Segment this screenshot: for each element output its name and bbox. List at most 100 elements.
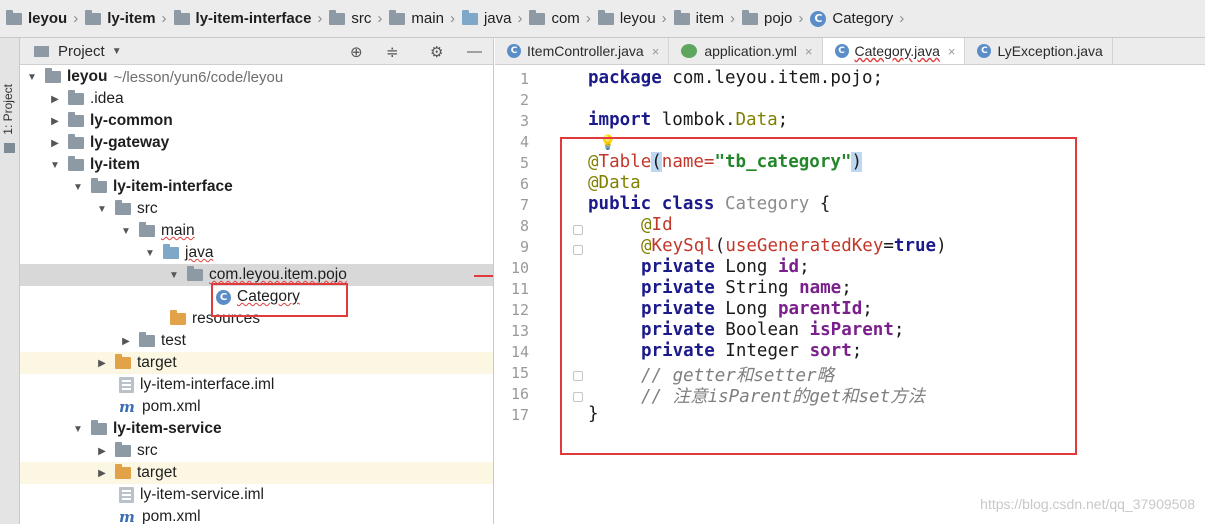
tree-item-service-pom[interactable]: m pom.xml	[20, 506, 493, 524]
locate-file-icon[interactable]: ⊕	[350, 43, 363, 61]
tree-item-src[interactable]: ▼ src	[20, 198, 493, 220]
hide-panel-icon[interactable]: —	[467, 43, 482, 60]
tree-item-interface-pom[interactable]: m pom.xml	[20, 396, 493, 418]
editor-tabs: C ItemController.java × application.yml × C…	[495, 38, 1205, 65]
project-icon	[34, 45, 49, 57]
excluded-folder-icon	[115, 464, 131, 479]
tab-application-yml[interactable]: application.yml ×	[669, 38, 823, 64]
chevron-right-icon[interactable]: ▶	[48, 94, 62, 105]
gear-icon[interactable]: ⚙	[430, 43, 443, 61]
folder-icon	[115, 442, 131, 457]
project-panel-header: Project ▼ ⊕ ≑ ⚙ —	[20, 38, 493, 65]
chevron-down-icon[interactable]: ▼	[71, 424, 85, 435]
chevron-right-icon[interactable]: ▶	[95, 446, 109, 457]
structure-icon[interactable]	[4, 143, 15, 153]
collapse-all-icon[interactable]: ≑	[386, 43, 399, 61]
source-folder-icon	[163, 244, 179, 259]
chevron-right-icon: ›	[517, 10, 523, 27]
chevron-right-icon[interactable]: ▶	[48, 116, 62, 127]
breadcrumb-item-item[interactable]: item	[673, 9, 724, 27]
line-number: 2	[519, 91, 529, 109]
chevron-right-icon[interactable]: ▶	[95, 358, 109, 369]
chevron-down-icon[interactable]: ▼	[167, 270, 181, 281]
line-number: 5	[519, 154, 529, 172]
chevron-down-icon[interactable]: ▼	[25, 72, 39, 83]
tab-item-controller[interactable]: C ItemController.java ×	[495, 38, 670, 64]
tree-item-interface-iml[interactable]: ly-item-interface.iml	[20, 374, 493, 396]
tree-item-service-iml[interactable]: ly-item-service.iml	[20, 484, 493, 506]
yml-icon	[681, 44, 698, 58]
line-number: 7	[519, 196, 529, 214]
line-number: 15	[510, 364, 529, 382]
chevron-right-icon: ›	[317, 10, 323, 27]
chevron-down-icon[interactable]: ▼	[48, 160, 62, 171]
folder-icon	[461, 9, 478, 25]
close-icon[interactable]: ×	[805, 44, 813, 59]
tree-item-main[interactable]: ▼ main	[20, 220, 493, 242]
breadcrumb-item-ly-item-interface[interactable]: ly-item-interface	[173, 9, 311, 27]
line-number: 16	[510, 385, 529, 403]
watermark: https://blog.csdn.net/qq_37909508	[980, 496, 1195, 512]
tab-category-java[interactable]: C Category.java ×	[822, 38, 966, 64]
line-number: 4	[519, 133, 529, 151]
folder-icon	[529, 9, 546, 25]
tree-item-leyou[interactable]: ▼ leyou ~/lesson/yun6/code/leyou	[20, 66, 493, 88]
chevron-down-icon[interactable]: ▼	[71, 182, 85, 193]
class-icon: C	[810, 10, 827, 27]
chevron-right-icon: ›	[730, 10, 736, 27]
breadcrumb-item-leyou-pkg[interactable]: leyou	[597, 9, 656, 27]
close-icon[interactable]: ×	[652, 44, 660, 59]
breadcrumb-item-ly-item[interactable]: ly-item	[85, 9, 156, 27]
maven-icon: m	[119, 508, 135, 524]
tree-item-ly-gateway[interactable]: ▶ ly-gateway	[20, 132, 493, 154]
tree-item-ly-item-interface[interactable]: ▼ ly-item-interface	[20, 176, 493, 198]
line-number: 13	[510, 322, 529, 340]
folder-icon	[389, 9, 406, 25]
breadcrumb-item-main[interactable]: main	[389, 9, 444, 27]
line-number: 17	[510, 406, 529, 424]
breadcrumb-item-java[interactable]: java	[461, 9, 511, 27]
tree-item-ly-common[interactable]: ▶ ly-common	[20, 110, 493, 132]
tree-item-service-target[interactable]: ▶ target	[20, 462, 493, 484]
chevron-right-icon: ›	[161, 10, 167, 27]
breadcrumb-item-src[interactable]: src	[329, 9, 371, 27]
tree-item-ly-item[interactable]: ▼ ly-item	[20, 154, 493, 176]
project-view-selector[interactable]: Project	[58, 43, 105, 60]
code-line-1: package com.leyou.item.pojo;	[588, 68, 884, 88]
folder-icon	[597, 9, 614, 25]
class-icon: C	[834, 44, 849, 58]
line-number: 12	[510, 301, 529, 319]
tool-window-strip: 1: Project	[0, 38, 20, 524]
chevron-right-icon[interactable]: ▶	[95, 468, 109, 479]
chevron-right-icon[interactable]: ▶	[119, 336, 133, 347]
breadcrumb-item-leyou[interactable]: leyou	[6, 9, 67, 27]
chevron-down-icon[interactable]: ▼	[143, 248, 157, 259]
breadcrumb-item-category[interactable]: C Category	[810, 10, 893, 27]
chevron-right-icon: ›	[899, 10, 905, 27]
chevron-down-icon[interactable]: ▼	[95, 204, 109, 215]
breadcrumb-item-pojo[interactable]: pojo	[742, 9, 792, 27]
tree-item-target[interactable]: ▶ target	[20, 352, 493, 374]
project-tool-button[interactable]: 1: Project	[1, 84, 15, 135]
folder-icon	[6, 9, 22, 25]
tab-ly-exception[interactable]: C LyException.java	[965, 38, 1113, 64]
folder-icon	[673, 9, 690, 25]
tree-item-idea[interactable]: ▶ .idea	[20, 88, 493, 110]
chevron-right-icon[interactable]: ▶	[48, 138, 62, 149]
breadcrumb-item-com[interactable]: com	[529, 9, 580, 27]
line-number: 8	[519, 217, 529, 235]
chevron-down-icon[interactable]: ▼	[119, 226, 133, 237]
tree-item-java[interactable]: ▼ java	[20, 242, 493, 264]
line-number: 6	[519, 175, 529, 193]
tree-item-ly-item-service[interactable]: ▼ ly-item-service	[20, 418, 493, 440]
file-icon	[119, 487, 134, 503]
folder-icon	[173, 9, 190, 25]
close-icon[interactable]: ×	[948, 44, 956, 59]
module-folder-icon	[45, 68, 61, 83]
chevron-down-icon[interactable]: ▼	[112, 46, 122, 57]
tree-item-test[interactable]: ▶ test	[20, 330, 493, 352]
chevron-right-icon: ›	[585, 10, 591, 27]
module-folder-icon	[68, 112, 84, 127]
tree-item-service-src[interactable]: ▶ src	[20, 440, 493, 462]
folder-icon	[742, 9, 759, 25]
